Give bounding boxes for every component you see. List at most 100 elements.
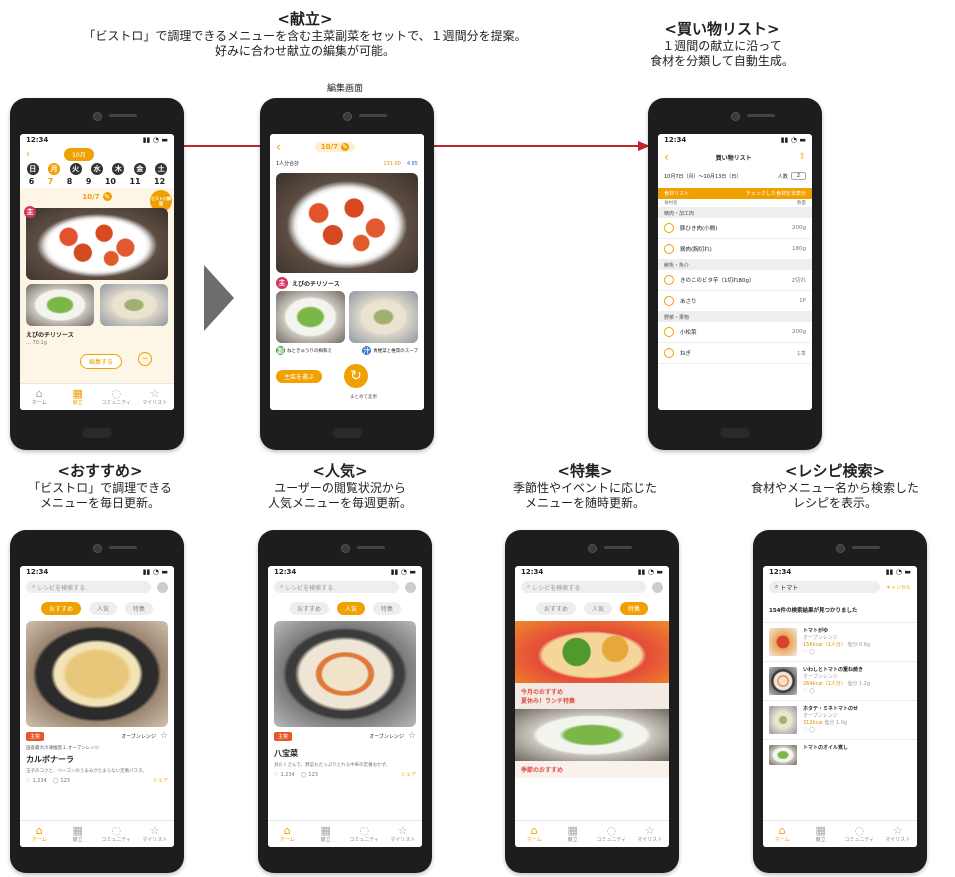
checkbox-icon[interactable]: [664, 348, 674, 358]
checkbox-icon[interactable]: [664, 296, 674, 306]
share-button[interactable]: シェア: [153, 777, 168, 784]
tab-popular[interactable]: 人気: [583, 602, 612, 615]
nav-community[interactable]: ◌ コミュニティ: [840, 821, 879, 847]
comment-icon[interactable]: ◯: [53, 778, 59, 784]
share-button[interactable]: シェア: [401, 771, 416, 778]
nav-community[interactable]: ◌ コミュニティ: [97, 384, 136, 410]
result-item[interactable]: ホタテ・ミネトマトのせ オーブンレンジ 312kcal 塩分 1.0g ♡ ◯: [763, 701, 917, 740]
list-tab[interactable]: 食材リスト: [664, 190, 689, 197]
edit-chip-icon[interactable]: ✎: [102, 192, 112, 201]
nav-mylist[interactable]: ☆ マイリスト: [136, 384, 175, 410]
side-dish-photo[interactable]: [276, 291, 345, 343]
nav-community[interactable]: ◌ コミュニティ: [345, 821, 384, 847]
nav-home[interactable]: ⌂ ホーム: [20, 384, 59, 410]
day-number[interactable]: 11: [129, 177, 140, 186]
heart-icon[interactable]: ♡: [803, 727, 807, 733]
checkbox-icon[interactable]: [664, 327, 674, 337]
day-number[interactable]: 12: [154, 177, 165, 186]
tab-recommend[interactable]: おすすめ: [535, 602, 576, 615]
list-item[interactable]: 小松菜 200g: [658, 322, 812, 343]
comment-icon[interactable]: ◯: [301, 772, 307, 778]
nav-menu[interactable]: ▦ 献立: [59, 384, 98, 410]
share-icon[interactable]: ⇪: [798, 152, 806, 162]
nav-menu[interactable]: ▦ 献立: [59, 821, 98, 847]
checkbox-icon[interactable]: [664, 275, 674, 285]
recipe-photo[interactable]: [26, 621, 168, 727]
main-dish-photo[interactable]: [276, 173, 418, 273]
result-item[interactable]: トマトのオイル煮し: [763, 740, 917, 770]
list-item[interactable]: きのこのビタ芋（1切れ80g） 2切れ: [658, 270, 812, 291]
checkbox-icon[interactable]: [664, 244, 674, 254]
nav-community[interactable]: ◌ コミュニティ: [97, 821, 136, 847]
checkbox-icon[interactable]: [664, 223, 674, 233]
list-item[interactable]: ねぎ 1本: [658, 343, 812, 364]
soup-photo[interactable]: [100, 284, 168, 326]
banner2[interactable]: 季節のおすすめ: [515, 761, 669, 778]
feature-banner-photo-2[interactable]: [515, 709, 669, 761]
day-number[interactable]: 9: [86, 177, 92, 186]
tab-recommend[interactable]: おすすめ: [288, 602, 329, 615]
favorite-star-icon[interactable]: ☆: [160, 731, 168, 741]
search-input[interactable]: ⌕ トマト: [769, 581, 880, 593]
nav-community[interactable]: ◌ コミュニティ: [592, 821, 631, 847]
shuffle-icon[interactable]: ↻: [344, 364, 369, 388]
list-item[interactable]: あさり 1P: [658, 291, 812, 312]
day-number[interactable]: 8: [67, 177, 73, 186]
tab-feature[interactable]: 特集: [373, 602, 402, 615]
favorite-star-icon[interactable]: ☆: [408, 731, 416, 741]
back-icon[interactable]: ‹: [276, 140, 281, 154]
soup-photo[interactable]: [349, 291, 418, 343]
tab-popular[interactable]: 人気: [336, 602, 365, 615]
nav-mylist[interactable]: ☆ マイリスト: [879, 821, 918, 847]
nav-home[interactable]: ⌂ ホーム: [515, 821, 554, 847]
nav-menu[interactable]: ▦ 献立: [307, 821, 346, 847]
avatar[interactable]: [405, 581, 416, 593]
feature-banner-1[interactable]: 今月のおすすめ 夏休み！ランチ特集: [515, 683, 669, 709]
people-select[interactable]: 2: [790, 172, 806, 180]
tab-recommend[interactable]: おすすめ: [40, 602, 81, 615]
choose-main-button[interactable]: 主菜を選ぶ: [276, 369, 323, 383]
cancel-button[interactable]: キャンセル: [886, 584, 911, 591]
heart-icon[interactable]: ♡: [26, 778, 30, 784]
day-number[interactable]: 10: [105, 177, 116, 186]
feature-banner-photo[interactable]: [515, 621, 669, 683]
day-number-selected[interactable]: 7: [48, 177, 54, 186]
search-input[interactable]: ⌕ レシピを検索する: [26, 581, 151, 593]
list-item[interactable]: 豚ひき肉(小間) 200g: [658, 218, 812, 239]
comment-icon[interactable]: ◯: [809, 649, 815, 655]
side-dish-photo[interactable]: [26, 284, 94, 326]
nav-menu[interactable]: ▦ 献立: [802, 821, 841, 847]
tab-popular[interactable]: 人気: [88, 602, 117, 615]
nav-home[interactable]: ⌂ ホーム: [763, 821, 802, 847]
list-item[interactable]: 鶏肉(胸切れ) 180g: [658, 239, 812, 260]
back-icon[interactable]: ‹: [26, 149, 30, 160]
edit-button[interactable]: 編集する: [80, 354, 123, 369]
search-input[interactable]: ⌕ レシピを検索する: [521, 581, 646, 593]
hide-checked-toggle[interactable]: チェックした食材を非表示: [746, 190, 806, 197]
back-icon[interactable]: ‹: [664, 150, 669, 164]
nav-home[interactable]: ⌂ ホーム: [20, 821, 59, 847]
result-item[interactable]: いわしとトマトの重ね焼き オーブンレンジ 264kcal（1人分） 塩分 1.2…: [763, 662, 917, 701]
comment-icon[interactable]: ◯: [809, 688, 815, 694]
heart-icon[interactable]: ♡: [803, 649, 807, 655]
result-item[interactable]: トマトがゆ オーブンレンジ 156kcal（1人分） 塩分 0.6g ♡ ◯: [763, 623, 917, 662]
tab-feature[interactable]: 特集: [125, 602, 154, 615]
recipe-photo[interactable]: [274, 621, 416, 727]
day-number[interactable]: 6: [29, 177, 35, 186]
main-dish-photo[interactable]: [26, 208, 168, 280]
tab-feature[interactable]: 特集: [620, 602, 649, 615]
nav-menu[interactable]: ▦ 献立: [554, 821, 593, 847]
nav-mylist[interactable]: ☆ マイリスト: [384, 821, 423, 847]
heart-icon[interactable]: ♡: [803, 688, 807, 694]
nav-home[interactable]: ⌂ ホーム: [268, 821, 307, 847]
nav-mylist[interactable]: ☆ マイリスト: [631, 821, 670, 847]
search-input[interactable]: ⌕ レシピを検索する: [274, 581, 399, 593]
avatar[interactable]: [652, 581, 663, 593]
heart-icon[interactable]: ♡: [274, 772, 278, 778]
avatar[interactable]: [157, 581, 168, 593]
comment-icon[interactable]: ◯: [809, 727, 815, 733]
date-pill[interactable]: 10/7 ✎: [314, 142, 355, 152]
nav-mylist[interactable]: ☆ マイリスト: [136, 821, 175, 847]
more-icon[interactable]: −: [138, 352, 152, 366]
month-pill[interactable]: 10月: [64, 148, 94, 161]
